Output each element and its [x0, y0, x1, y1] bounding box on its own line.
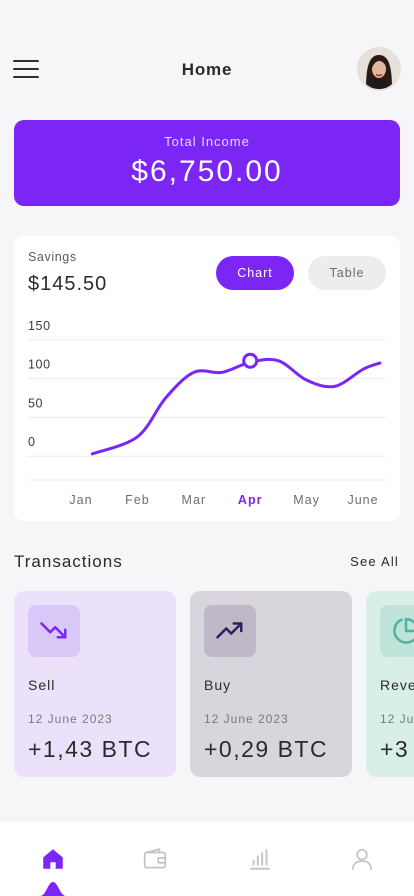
see-all-link[interactable]: See All	[350, 554, 399, 569]
transactions-title: Transactions	[14, 552, 123, 571]
trending-up-icon	[204, 605, 256, 657]
profile-icon	[351, 848, 373, 870]
chart-toggle-button[interactable]: Chart	[216, 256, 294, 290]
total-income-value: $6,750.00	[131, 155, 283, 188]
bottom-navigation	[0, 822, 414, 896]
transaction-amount: +0,29 BTC	[204, 736, 329, 762]
x-tick-label: Feb	[125, 493, 150, 507]
transaction-amount: +1,43 BTC	[28, 736, 153, 762]
wallet-icon	[143, 848, 167, 869]
transaction-date: 12 June 2023	[28, 712, 113, 726]
savings-card: 0 50 100 150 Jan Feb Mar Apr May June Savings $14…	[14, 236, 400, 521]
x-tick-label: June	[347, 493, 378, 507]
y-tick-label: 150	[28, 319, 51, 333]
transaction-name: Buy	[204, 677, 232, 693]
transaction-date: 12 Ju	[380, 712, 414, 726]
transaction-card-revenue[interactable]: Reve 12 Ju +3	[366, 591, 414, 777]
table-toggle-button[interactable]: Table	[308, 256, 386, 290]
nav-profile[interactable]	[347, 844, 377, 874]
avatar-image	[359, 49, 399, 89]
x-tick-label: Apr	[238, 493, 263, 507]
transaction-date: 12 June 2023	[204, 712, 289, 726]
x-tick-label: Jan	[69, 493, 92, 507]
savings-series-line	[90, 357, 382, 456]
nav-wallet[interactable]	[140, 844, 170, 874]
transaction-name: Reve	[380, 677, 414, 693]
total-income-card[interactable]: Total Income $6,750.00	[14, 120, 400, 206]
home-icon	[43, 849, 63, 869]
trending-down-icon	[28, 605, 80, 657]
avatar[interactable]	[357, 47, 401, 91]
x-tick-label: Mar	[182, 493, 207, 507]
pie-chart-icon	[380, 605, 414, 657]
savings-value: $145.50	[28, 273, 108, 295]
highlight-point-marker	[242, 352, 259, 369]
active-tab-indicator	[40, 882, 66, 896]
transaction-amount: +3	[380, 736, 410, 762]
page-title: Home	[181, 60, 233, 79]
transaction-card-buy[interactable]: Buy 12 June 2023 +0,29 BTC	[190, 591, 352, 777]
bar-chart-icon	[250, 849, 270, 870]
nav-statistics[interactable]	[245, 844, 275, 874]
transaction-name: Sell	[28, 677, 56, 693]
nav-home[interactable]	[38, 844, 68, 874]
savings-label: Savings	[28, 250, 77, 264]
transaction-card-sell[interactable]: Sell 12 June 2023 +1,43 BTC	[14, 591, 176, 777]
y-tick-label: 100	[28, 358, 51, 372]
x-tick-label: May	[293, 493, 320, 507]
y-tick-label: 0	[28, 435, 36, 449]
y-tick-label: 50	[28, 396, 43, 410]
total-income-label: Total Income	[164, 134, 250, 149]
